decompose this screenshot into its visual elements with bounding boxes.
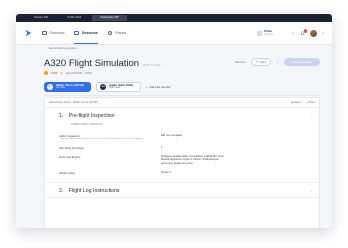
member-avatar: AS [100, 83, 107, 90]
session-date: Feb 23 02:00 · 14:00 [65, 71, 92, 75]
notification-badge: 1 [303, 29, 308, 33]
building-icon [256, 30, 262, 36]
page-actions: Member ✎ Edit ⋮ Submit session [235, 58, 320, 66]
row-value: 1 [161, 144, 163, 149]
pencil-icon: ✎ [255, 60, 259, 64]
chevron-down-icon[interactable]: ⌄ [310, 189, 313, 193]
back-link-label: See all training sessions [48, 47, 77, 50]
nav-planes[interactable]: Planes [107, 22, 127, 44]
top-header: Overview Sessions Planes Oflika Nemesio … [16, 22, 332, 45]
assessment-title: Assessment Sheet - Walter Torres (WTS0) [49, 101, 98, 104]
section-rows: Cabin Inspection Conduct preflight walk … [45, 130, 319, 182]
section-flight-log: 2. Flight Log Instructions ⌄ [45, 183, 319, 198]
members-label: Member [234, 60, 246, 64]
edit-button[interactable]: ✎ Edit [250, 58, 271, 66]
title-tag: (8.01 51.4.00) [143, 63, 161, 67]
calendar-icon [74, 30, 79, 36]
member-chip[interactable]: AS Adam Hobb (AS9) Right Seat [96, 82, 141, 92]
assessment-header: Assessment Sheet - Walter Torres (WTS0) … [45, 98, 319, 108]
member-chip-active[interactable]: WT Walter Torres (WTS0) Left Seat [44, 82, 92, 92]
session-meta: 1208 ◷ Feb 23 02:00 · 14:00 [44, 71, 92, 75]
section-title-text: Flight Log Instructions [68, 187, 120, 194]
nav-label: Sessions [81, 31, 98, 35]
row-hint: Conduct preflight walk through of the ca… [59, 138, 144, 140]
nav-overview[interactable]: Overview [42, 22, 64, 44]
arrow-left-icon: ← [44, 47, 47, 50]
member-role: Right Seat [109, 86, 120, 89]
section-subtitle: CABIN AND COCKPIT [71, 122, 103, 126]
row-label: Tail, Wing and Nose [59, 145, 84, 150]
member-avatar: WT [47, 83, 53, 90]
grid-icon [42, 30, 47, 36]
row-value: Quisque sodales diam ut faucibus sollici… [161, 153, 224, 165]
section-title[interactable]: 1. Pre-flight Inspection [45, 108, 319, 122]
back-link[interactable]: ← See all training sessions [44, 47, 77, 50]
assessment-row: Single option Option 1 [45, 169, 319, 178]
submit-session-button[interactable]: Submit session [283, 58, 320, 66]
plane-icon [107, 30, 113, 36]
section-preflight: 1. Pre-flight Inspection ⌃ CABIN AND COC… [45, 108, 319, 183]
nav-label: Planes [115, 31, 127, 35]
read-action[interactable]: ◉ Read [291, 101, 300, 104]
page-title-row: A320 Flight Simulation (8.01 51.4.00) [44, 58, 160, 69]
section-number: 1. [59, 113, 64, 119]
org-sub: Nemesio [264, 33, 274, 37]
row-value: Option 1 [161, 169, 172, 174]
organization-switcher[interactable]: Oflika Nemesio [256, 29, 274, 37]
assessment-row: Cabin Inspection Conduct preflight walk … [45, 132, 319, 144]
show-action[interactable]: ≡ Show [306, 101, 315, 104]
env-tab[interactable]: Session 284 [26, 15, 56, 21]
row-value: Did not complete [161, 133, 182, 137]
status-dot-icon [44, 71, 48, 75]
edit-label: Edit [260, 60, 266, 64]
clock-icon: ◷ [60, 71, 63, 75]
assessment-row: Nose and Engine Quisque sodales diam ut … [45, 153, 319, 169]
read-label: Read [294, 101, 301, 104]
assessment-card: Assessment Sheet - Walter Torres (WTS0) … [44, 97, 320, 228]
section-title[interactable]: 2. Flight Log Instructions [45, 183, 319, 197]
show-label: Show [308, 101, 316, 104]
env-tab[interactable]: Profile 2044 [59, 15, 89, 21]
add-crew-label: Add crew member [149, 85, 171, 89]
row-label: Nose and Engine [59, 154, 81, 159]
nav-sessions[interactable]: Sessions [74, 22, 99, 44]
section-number: 2. [59, 187, 64, 194]
plus-icon: + [145, 85, 148, 89]
row-label: Single option [59, 170, 76, 175]
status-value: 1208 [51, 71, 58, 75]
add-crew-member-button[interactable]: + Add crew member [146, 82, 171, 92]
environment-tab-bar: Session 284 Profile 2044 Preliminaire 06… [16, 14, 332, 22]
bell-icon[interactable]: 1 [300, 29, 308, 36]
user-avatar[interactable] [310, 29, 318, 37]
nav-label: Overview [49, 31, 65, 35]
app-window: Session 284 Profile 2044 Preliminaire 06… [16, 14, 332, 228]
crew-members-strip: WT Walter Torres (WTS0) Left Seat AS Ada… [44, 82, 320, 96]
assessment-row: Tail, Wing and Nose 1 [45, 144, 319, 153]
chevron-up-icon[interactable]: ⌃ [310, 114, 313, 118]
help-icon[interactable]: ? [290, 31, 295, 36]
more-icon[interactable]: ⋮ [276, 60, 279, 64]
env-tab-active[interactable]: Preliminaire 067 [92, 15, 127, 21]
member-role: Left Seat [56, 86, 66, 89]
page-title: A320 Flight Simulation [44, 58, 140, 69]
chevron-down-icon[interactable]: ▾ [322, 31, 324, 35]
section-title-text: Pre-flight Inspection [68, 113, 115, 119]
app-logo-icon[interactable] [24, 29, 32, 37]
